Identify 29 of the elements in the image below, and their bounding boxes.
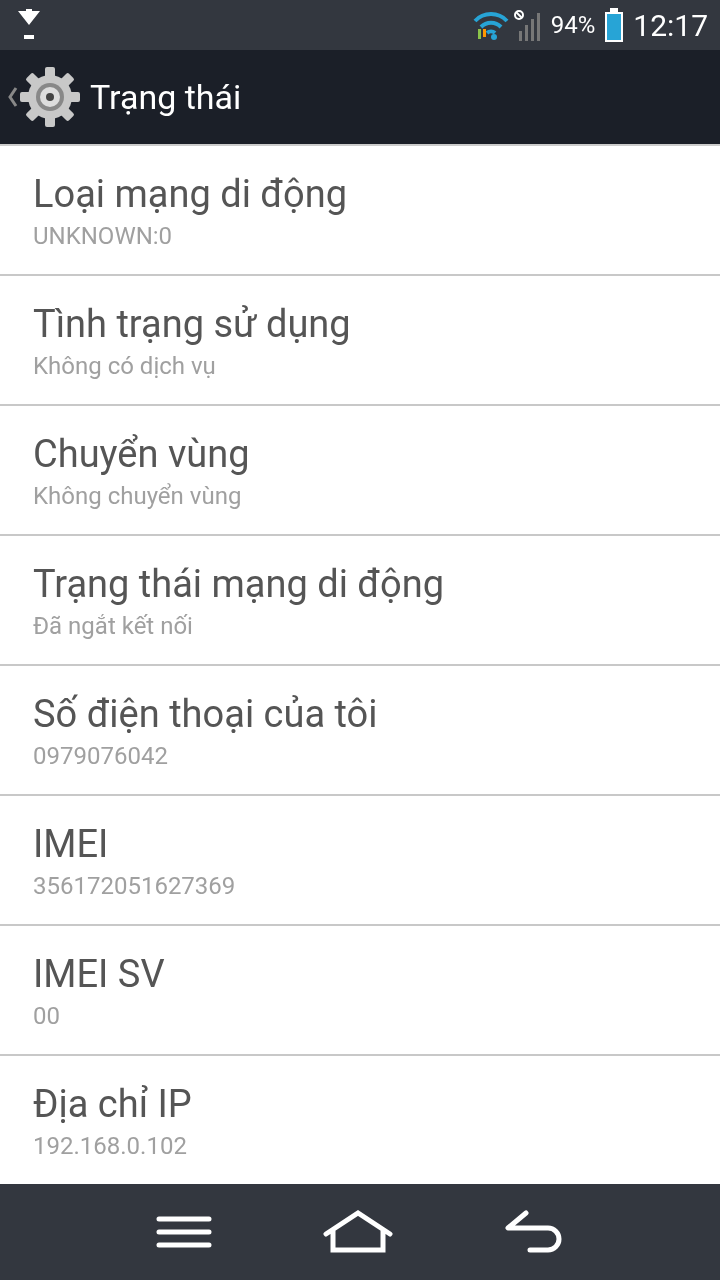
item-title: Trạng thái mạng di động bbox=[33, 561, 446, 608]
item-title: Loại mạng di động bbox=[33, 171, 349, 218]
item-value: Đã ngắt kết nối bbox=[33, 611, 194, 642]
clock: 12:17 bbox=[633, 6, 708, 45]
menu-icon bbox=[155, 1215, 212, 1249]
item-title: IMEI bbox=[33, 821, 110, 868]
wifi-icon bbox=[472, 9, 509, 41]
item-title: Số điện thoại của tôi bbox=[33, 691, 379, 738]
screen-title: Trạng thái bbox=[90, 75, 242, 119]
settings-icon bbox=[18, 65, 82, 129]
item-title: Địa chỉ IP bbox=[33, 1081, 193, 1128]
item-title: Chuyển vùng bbox=[33, 431, 251, 478]
item-title: Tình trạng sử dụng bbox=[33, 301, 352, 348]
item-value: Không chuyển vùng bbox=[33, 481, 243, 512]
item-value: Không có dịch vụ bbox=[33, 351, 217, 382]
battery-percent: 94% bbox=[550, 10, 596, 41]
item-value: UNKNOWN:0 bbox=[33, 221, 174, 252]
item-title: IMEI SV bbox=[33, 951, 166, 998]
item-value: 356172051627369 bbox=[33, 871, 237, 902]
item-value: 0979076042 bbox=[33, 741, 169, 772]
home-icon bbox=[323, 1210, 393, 1254]
menu-button[interactable] bbox=[155, 1215, 212, 1249]
home-button[interactable] bbox=[323, 1210, 393, 1254]
back-button[interactable] bbox=[8, 65, 82, 129]
battery-icon bbox=[603, 7, 626, 43]
item-value: 192.168.0.102 bbox=[33, 1131, 188, 1162]
no-signal-icon bbox=[512, 9, 543, 41]
back-caret-icon bbox=[8, 86, 18, 108]
item-value: 00 bbox=[33, 1001, 61, 1032]
